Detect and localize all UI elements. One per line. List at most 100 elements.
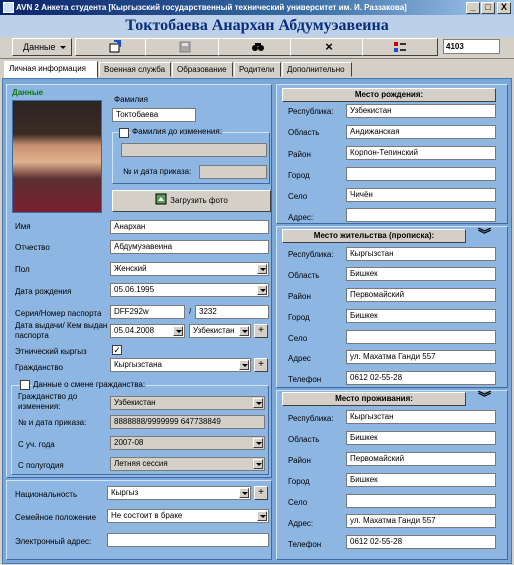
filter-button[interactable]: [362, 38, 438, 56]
citizenship-change-label: Данные о смене гражданства:: [32, 380, 147, 389]
tab-personal-info[interactable]: Личная информация: [4, 61, 98, 78]
patronymic-field[interactable]: Абдумуэавеина: [110, 240, 269, 254]
issue-date-select[interactable]: 05.04.2008: [110, 324, 185, 338]
dropdown-arrow-icon: [60, 46, 66, 49]
gender-select[interactable]: Женский: [110, 262, 269, 276]
birth-region-field[interactable]: Андижанская: [346, 125, 496, 139]
res-country-field[interactable]: Кыргызстан: [346, 410, 496, 424]
dropdown-arrow-icon: [173, 326, 183, 336]
dropdown-arrow-icon: [257, 264, 267, 274]
prev-lastname-field[interactable]: [121, 143, 267, 157]
record-id-field[interactable]: 4103: [443, 39, 500, 54]
window-title: AVN 2 Анкета студента [Кыргызский госуда…: [0, 0, 514, 15]
reg-label-3: Город: [288, 313, 310, 322]
residence-title[interactable]: Место проживания:: [282, 392, 466, 406]
from-year-select[interactable]: 2007-08: [110, 436, 265, 450]
passport-separator: /: [189, 307, 192, 316]
maximize-button[interactable]: □: [481, 2, 495, 14]
prev-lastname-checkbox[interactable]: [119, 128, 129, 138]
birthdate-select[interactable]: 05.06.1995: [110, 283, 269, 297]
reg-village-field[interactable]: [346, 330, 496, 344]
dropdown-arrow-icon: [239, 488, 249, 498]
chevron-double-down-icon[interactable]: ︾: [478, 391, 491, 404]
from-year-label: С уч. года: [18, 440, 55, 449]
birth-country-field[interactable]: Узбекистан: [346, 104, 496, 118]
delete-button[interactable]: ×: [290, 38, 368, 56]
tab-parents[interactable]: Родители: [234, 62, 281, 77]
save-icon: [179, 41, 191, 53]
dropdown-arrow-icon: [239, 326, 249, 336]
passport-label: Серия/Номер паспорта: [15, 309, 102, 318]
reg-phone-field[interactable]: 0612 02-55-28: [346, 371, 496, 385]
reg-label-0: Республика:: [288, 250, 334, 259]
passport-number-field[interactable]: 3232: [195, 305, 269, 319]
change-order-field[interactable]: 8888888/9999999 647738849: [110, 415, 265, 429]
dropdown-arrow-icon: [239, 360, 249, 370]
res-district-field[interactable]: Первомайский: [346, 452, 496, 466]
email-label: Электронный адрес:: [15, 537, 92, 546]
tab-education[interactable]: Образование: [172, 62, 233, 77]
chevron-double-down-icon[interactable]: ︾: [478, 228, 491, 241]
issued-by-select[interactable]: Узбекистан: [189, 324, 251, 338]
from-semester-value: Летняя сессия: [114, 459, 168, 468]
birthdate-label: Дата рождения: [15, 287, 72, 296]
from-semester-select[interactable]: Летняя сессия: [110, 457, 265, 471]
reg-address-field[interactable]: ул. Махатма Ганди 557: [346, 350, 496, 364]
res-city-field[interactable]: Бишкек: [346, 473, 496, 487]
res-label-2: Район: [288, 456, 311, 465]
birth-city-field[interactable]: [346, 167, 496, 181]
close-button[interactable]: X: [497, 2, 511, 14]
app-icon: [3, 2, 14, 13]
dropdown-arrow-icon: [257, 511, 267, 521]
add-citizenship-button[interactable]: +: [254, 358, 268, 372]
add-issuer-button[interactable]: +: [254, 324, 268, 338]
birth-village-field[interactable]: Чичён: [346, 188, 496, 202]
birth-district-field[interactable]: Корпон-Тепинский: [346, 146, 496, 160]
res-address-field[interactable]: ул. Махатма Ганди 557: [346, 514, 496, 528]
firstname-label: Имя: [15, 222, 31, 231]
birth-label-5: Адрес:: [288, 213, 314, 222]
minimize-button[interactable]: _: [466, 2, 480, 14]
res-label-1: Область: [288, 435, 320, 444]
prev-citizenship-select[interactable]: Узбекистан: [110, 396, 265, 410]
tab-additional[interactable]: Дополнительно: [282, 62, 352, 77]
upload-photo-button[interactable]: Загрузить фото: [112, 190, 271, 212]
lastname-field[interactable]: Токтобаева: [112, 108, 196, 122]
save-button[interactable]: [145, 38, 225, 56]
marital-select[interactable]: Не состоит в браке: [107, 509, 269, 523]
tab-military-service[interactable]: Военная служба: [99, 62, 171, 77]
order-field[interactable]: [199, 165, 267, 179]
patronymic-label: Отчество: [15, 243, 50, 252]
birth-label-1: Область: [288, 128, 320, 137]
citizenship-select[interactable]: Кыргызстана: [110, 358, 251, 372]
firstname-field[interactable]: Анархан: [110, 220, 269, 234]
birth-label-3: Город: [288, 171, 310, 180]
passport-series-field[interactable]: DFF292w: [110, 305, 185, 319]
dropdown-arrow-icon: [253, 459, 263, 469]
registration-title[interactable]: Место жительства (прописка):: [282, 229, 466, 243]
reg-region-field[interactable]: Бишкек: [346, 267, 496, 281]
citizenship-change-checkbox[interactable]: [20, 380, 30, 390]
add-nationality-button[interactable]: +: [254, 486, 268, 500]
change-order-label: № и дата приказа:: [18, 418, 87, 427]
ethnic-label: Этнический кыргыз: [15, 347, 87, 356]
reg-country-field[interactable]: Кыргызстан: [346, 247, 496, 261]
res-phone-field[interactable]: 0612 02-55-28: [346, 535, 496, 549]
find-icon: [252, 43, 264, 51]
reg-district-field[interactable]: Первомайский: [346, 288, 496, 302]
add-button[interactable]: [75, 38, 155, 56]
nationality-select[interactable]: Кыргыз: [107, 486, 251, 500]
marital-value: Не состоит в браке: [111, 511, 183, 520]
reg-city-field[interactable]: Бишкек: [346, 309, 496, 323]
data-menu-button[interactable]: Данные: [12, 38, 72, 56]
res-label-5: Адрес:: [288, 519, 314, 528]
ethnic-checkbox[interactable]: ✓: [112, 345, 122, 355]
email-field[interactable]: [107, 533, 269, 547]
res-region-field[interactable]: Бишкек: [346, 431, 496, 445]
dropdown-arrow-icon: [253, 398, 263, 408]
birth-label-2: Район: [288, 150, 311, 159]
birth-place-title[interactable]: Место рождения:: [282, 88, 496, 102]
birth-address-field[interactable]: [346, 208, 496, 222]
find-button[interactable]: [218, 38, 298, 56]
res-village-field[interactable]: [346, 494, 496, 508]
